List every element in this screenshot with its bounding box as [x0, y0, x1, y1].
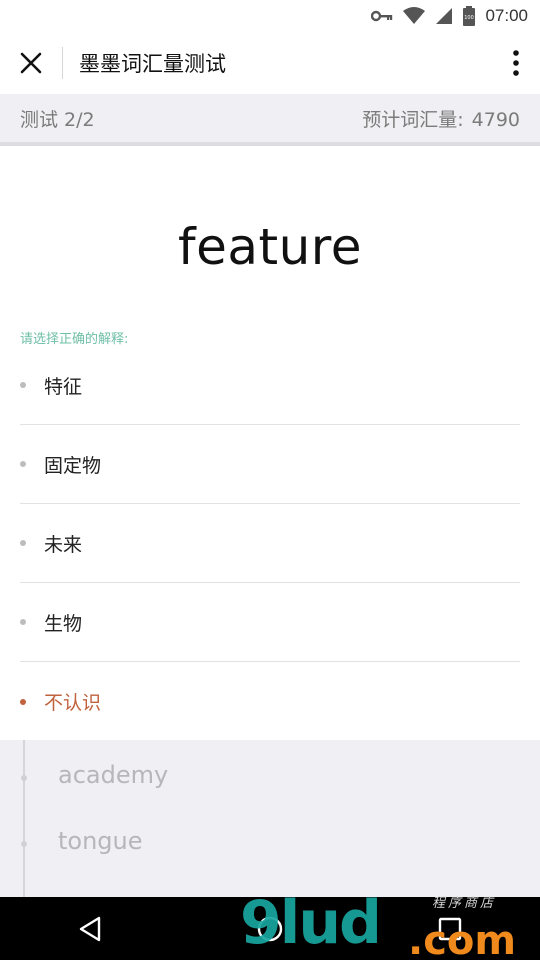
timeline-dot-icon — [21, 775, 27, 781]
bullet-icon — [20, 382, 26, 388]
test-progress-bar: 测试 2/2 预计词汇量: 4790 — [0, 94, 540, 146]
question-prompt: 请选择正确的解释: — [20, 332, 129, 347]
page-title: 墨墨词汇量测试 — [79, 52, 226, 76]
answer-option[interactable]: 固定物 — [20, 425, 520, 504]
close-icon — [20, 52, 42, 74]
history-word: academy — [58, 761, 169, 789]
test-word: feature — [177, 218, 363, 276]
bullet-icon — [20, 461, 26, 467]
vocab-estimate-label: 预计词汇量: — [362, 108, 464, 131]
answer-option-label: 固定物 — [44, 454, 102, 477]
dont-know-label: 不认识 — [44, 692, 102, 714]
answer-options: 特征 固定物 未来 生物 不认识 — [20, 346, 520, 741]
battery-icon: 100 — [463, 6, 476, 26]
app-bar-divider — [62, 47, 63, 79]
back-button[interactable] — [60, 899, 120, 959]
recents-button[interactable] — [420, 899, 480, 959]
home-circle-icon — [257, 916, 283, 941]
answer-option[interactable]: 生物 — [20, 583, 520, 662]
more-vertical-icon — [513, 50, 519, 76]
status-bar: 100 07:00 — [0, 0, 540, 32]
dont-know-option[interactable]: 不认识 — [20, 662, 520, 741]
back-triangle-icon — [79, 916, 101, 941]
answer-option[interactable]: 未来 — [20, 504, 520, 583]
test-progress-label: 测试 2/2 — [20, 108, 95, 131]
battery-level: 100 — [465, 15, 475, 21]
bullet-icon — [20, 540, 26, 546]
answer-option-label: 生物 — [44, 612, 83, 635]
system-nav-bar — [0, 897, 540, 960]
clock: 07:00 — [485, 6, 528, 25]
timeline-dot-icon — [21, 841, 27, 847]
bullet-icon — [20, 698, 26, 705]
bullet-icon — [20, 619, 26, 625]
answer-option-label: 未来 — [44, 533, 83, 556]
history-timeline — [23, 740, 25, 897]
history-word: tongue — [58, 827, 143, 855]
vocab-estimate-value: 4790 — [471, 108, 520, 131]
recents-square-icon — [438, 917, 462, 940]
answer-option-label: 特征 — [44, 375, 83, 398]
answer-option[interactable]: 特征 — [20, 346, 520, 425]
word-history: academy tongue — [0, 740, 540, 897]
more-options-button[interactable] — [492, 32, 540, 94]
cellular-signal-icon — [435, 7, 453, 25]
wifi-icon — [403, 7, 426, 25]
app-bar: 墨墨词汇量测试 — [0, 32, 540, 94]
vocab-estimate: 预计词汇量: 4790 — [362, 105, 520, 132]
home-button[interactable] — [240, 899, 300, 959]
close-button[interactable] — [0, 32, 62, 94]
vpn-key-icon — [371, 9, 393, 23]
